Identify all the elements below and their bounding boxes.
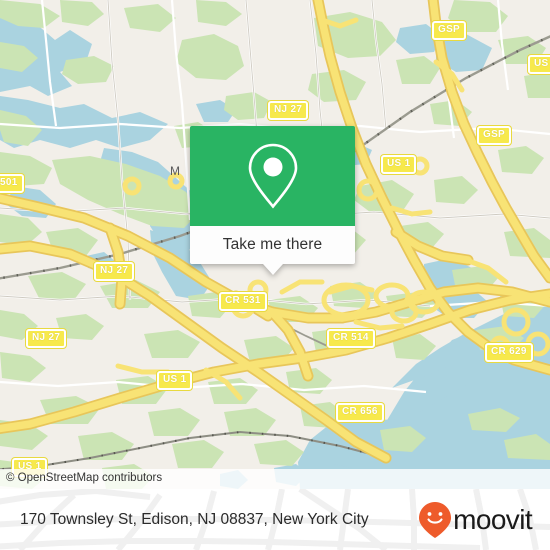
moovit-pin-smile-icon	[419, 501, 452, 538]
callout-action-label: Take me there	[222, 236, 323, 253]
callout-tail	[262, 264, 283, 275]
road-shield-nj27-low[interactable]: NJ 27	[26, 329, 67, 348]
road-shield-gsp-top[interactable]: GSP	[432, 21, 467, 40]
callout-action[interactable]: Take me there	[190, 226, 355, 275]
road-shield-gsp-mid[interactable]: GSP	[477, 126, 512, 145]
road-shield-nj27-top[interactable]: NJ 27	[268, 101, 309, 120]
road-shield-cr531[interactable]: CR 531	[219, 292, 267, 311]
road-shield-us-right[interactable]: US	[528, 55, 550, 74]
moovit-logo[interactable]: moovit	[418, 501, 533, 539]
road-shield-us1-mid[interactable]: US 1	[381, 155, 417, 174]
place-label-city: M	[170, 164, 181, 178]
map-pin-icon	[248, 143, 297, 209]
road-shield-501-left[interactable]: 501	[0, 174, 24, 193]
road-shield-cr629[interactable]: CR 629	[485, 343, 533, 362]
moovit-wordmark: moovit	[453, 503, 532, 535]
footer-address: 170 Townsley St, Edison, NJ 08837, New Y…	[20, 510, 369, 528]
footer-bar: 170 Townsley St, Edison, NJ 08837, New Y…	[0, 489, 550, 550]
road-shield-nj27-mid[interactable]: NJ 27	[94, 262, 135, 281]
callout-header	[190, 126, 355, 226]
osm-attribution: © OpenStreetMap contributors	[0, 469, 550, 489]
road-shield-us1-low[interactable]: US 1	[157, 371, 193, 390]
map-screenshot: M NJ 27 GSP US GSP US 1 501 NJ 27 CR 531…	[0, 0, 550, 550]
map-callout[interactable]: Take me there	[190, 126, 355, 275]
road-shield-cr514[interactable]: CR 514	[327, 329, 375, 348]
road-shield-cr656[interactable]: CR 656	[336, 403, 384, 422]
